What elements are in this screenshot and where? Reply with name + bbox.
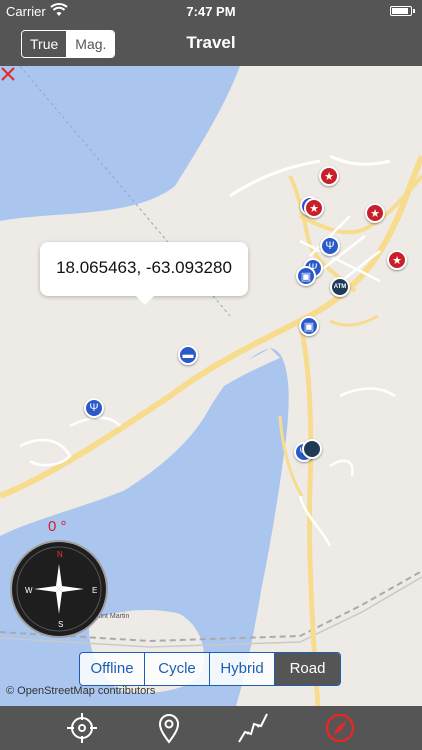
- coordinate-text: 18.065463, -63.093280: [56, 258, 232, 277]
- poi-marker-dark[interactable]: [302, 439, 322, 459]
- coordinate-callout[interactable]: 18.065463, -63.093280: [40, 242, 248, 305]
- poi-marker-red[interactable]: ★: [319, 166, 339, 186]
- poi-marker-red[interactable]: ★: [304, 198, 324, 218]
- compass-south-label: S: [58, 620, 64, 629]
- map-type-selector[interactable]: Offline Cycle Hybrid Road: [79, 652, 341, 686]
- restaurant-marker[interactable]: Ψ: [320, 236, 340, 256]
- restaurant-marker[interactable]: Ψ: [84, 398, 104, 418]
- map-view[interactable]: Saint Martin ★ ⌂ ★ ★ Ψ ★ Ψ ▣ ATM ▣ ▬ Ψ Ψ…: [0, 66, 422, 706]
- map-type-road[interactable]: Road: [275, 653, 340, 685]
- compass-east-label: E: [92, 586, 98, 595]
- battery-level: [392, 8, 409, 14]
- compass-dial[interactable]: N S W E: [10, 540, 108, 638]
- hotel-marker[interactable]: ▬: [178, 345, 198, 365]
- battery-icon: [390, 6, 415, 16]
- cafe-marker[interactable]: ▣: [299, 316, 319, 336]
- heading-readout: 0 °: [48, 518, 67, 535]
- navigation-bar: True Mag. Travel: [0, 22, 422, 66]
- atm-marker[interactable]: ATM: [330, 277, 350, 297]
- crosshair-icon[interactable]: [66, 712, 98, 744]
- poi-marker-red[interactable]: ★: [365, 203, 385, 223]
- map-type-cycle[interactable]: Cycle: [145, 653, 210, 685]
- dropped-pin-x-icon: [1, 67, 15, 81]
- page-title: Travel: [186, 33, 236, 52]
- cafe-marker[interactable]: ▣: [296, 266, 316, 286]
- route-icon[interactable]: [237, 712, 269, 744]
- bottom-toolbar: [0, 706, 422, 750]
- map-type-hybrid[interactable]: Hybrid: [210, 653, 275, 685]
- compass-north-label: N: [57, 550, 63, 559]
- map-type-offline[interactable]: Offline: [80, 653, 145, 685]
- compass-icon[interactable]: [324, 712, 356, 744]
- poi-marker-red[interactable]: ★: [387, 250, 407, 270]
- compass-west-label: W: [25, 586, 33, 595]
- status-bar: Carrier 7:47 PM: [0, 0, 422, 22]
- map-attribution: © OpenStreetMap contributors: [6, 685, 156, 697]
- clock: 7:47 PM: [186, 4, 236, 19]
- location-pin-icon[interactable]: [153, 712, 185, 744]
